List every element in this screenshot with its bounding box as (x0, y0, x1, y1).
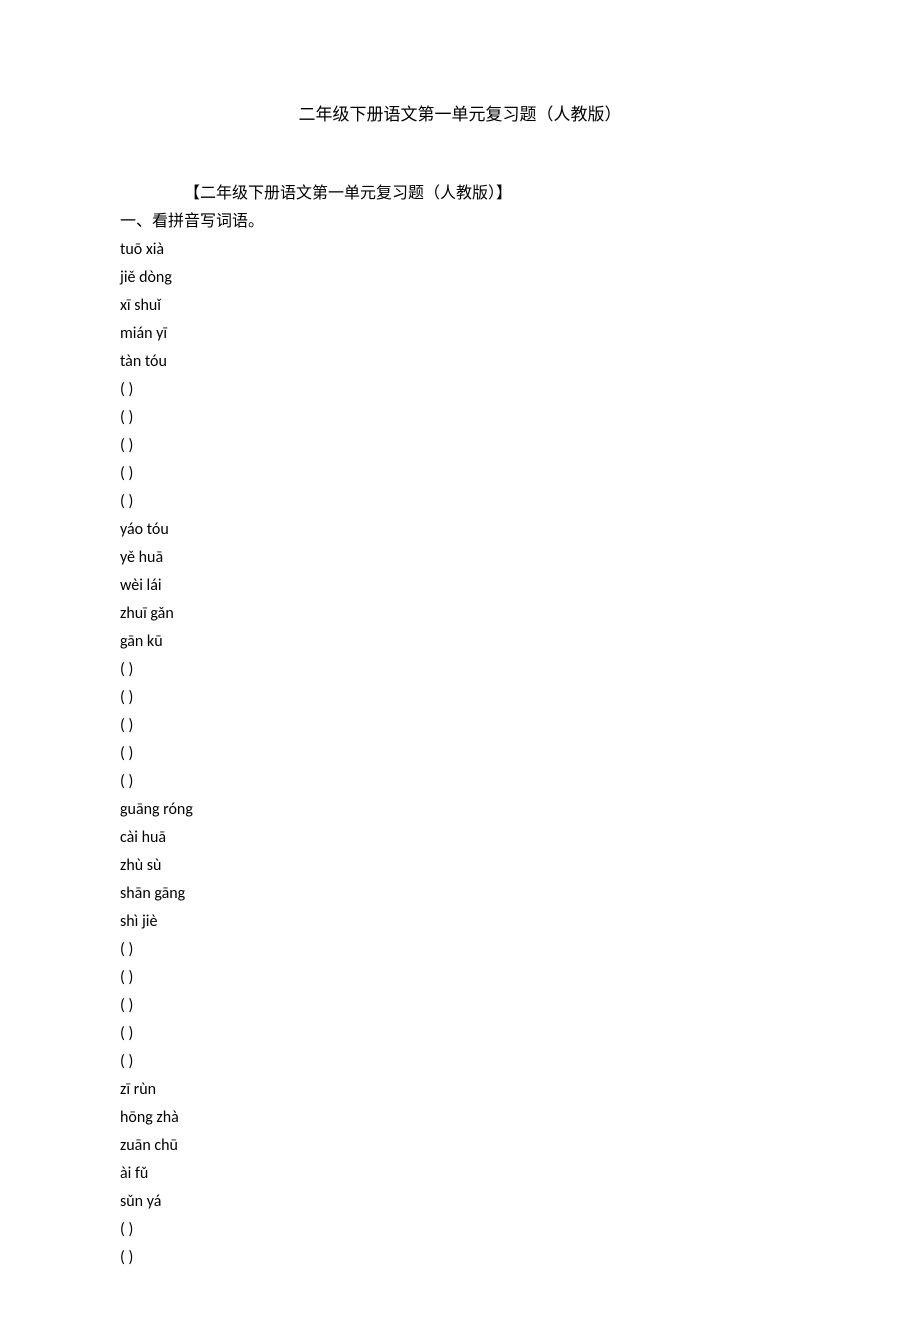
answer-blank: ( ) (120, 376, 800, 404)
pinyin-item: yáo tóu (120, 516, 800, 544)
answer-blank: ( ) (120, 712, 800, 740)
answer-blank: ( ) (120, 740, 800, 768)
pinyin-item: yě huā (120, 544, 800, 572)
pinyin-item: shì jiè (120, 908, 800, 936)
answer-blank: ( ) (120, 488, 800, 516)
pinyin-item: gān kū (120, 628, 800, 656)
pinyin-item: sǔn yá (120, 1188, 800, 1216)
pinyin-item: jiě dòng (120, 264, 800, 292)
pinyin-item: hōng zhà (120, 1104, 800, 1132)
pinyin-item: cài huā (120, 824, 800, 852)
pinyin-item: zī rùn (120, 1076, 800, 1104)
answer-blank: ( ) (120, 656, 800, 684)
answer-blank: ( ) (120, 432, 800, 460)
document-subtitle: 【二年级下册语文第一单元复习题（人教版）】 (120, 180, 800, 208)
answer-blank: ( ) (120, 1020, 800, 1048)
answer-blank: ( ) (120, 1216, 800, 1244)
answer-blank: ( ) (120, 768, 800, 796)
answer-blank: ( ) (120, 1048, 800, 1076)
document-title: 二年级下册语文第一单元复习题（人教版） (120, 100, 800, 130)
answer-blank: ( ) (120, 936, 800, 964)
answer-blank: ( ) (120, 404, 800, 432)
pinyin-item: shān gāng (120, 880, 800, 908)
pinyin-item: mián yī (120, 320, 800, 348)
answer-blank: ( ) (120, 1244, 800, 1272)
answer-blank: ( ) (120, 964, 800, 992)
pinyin-item: xī shuǐ (120, 292, 800, 320)
pinyin-item: tàn tóu (120, 348, 800, 376)
section-1-heading: 一、看拼音写词语。 (120, 208, 800, 236)
answer-blank: ( ) (120, 684, 800, 712)
pinyin-item: ài fǔ (120, 1160, 800, 1188)
pinyin-item: zhuī gǎn (120, 600, 800, 628)
pinyin-item: zhù sù (120, 852, 800, 880)
pinyin-item: wèi lái (120, 572, 800, 600)
pinyin-item: tuō xià (120, 236, 800, 264)
answer-blank: ( ) (120, 992, 800, 1020)
pinyin-item: zuān chū (120, 1132, 800, 1160)
pinyin-item: guāng róng (120, 796, 800, 824)
answer-blank: ( ) (120, 460, 800, 488)
